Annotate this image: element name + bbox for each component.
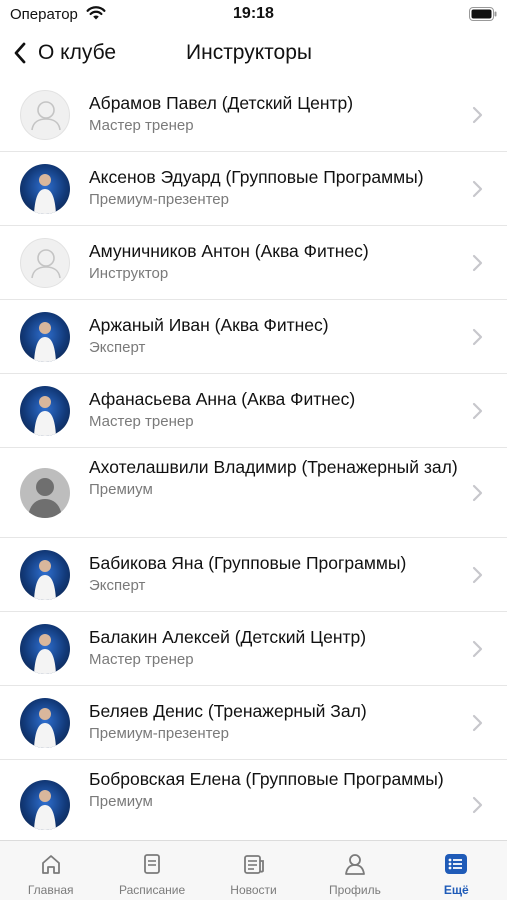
instructor-role: Премиум <box>89 793 153 810</box>
avatar <box>20 468 70 518</box>
instructor-text: Амуничников Антон (Аква Фитнес) Инструкто… <box>89 240 467 284</box>
instructor-text: Аксенов Эдуард (Групповые Программы) Прем… <box>89 166 467 210</box>
instructor-name: Афанасьева Анна (Аква Фитнес) <box>89 389 356 409</box>
instructor-name: Аржаный Иван (Аква Фитнес) <box>89 315 329 335</box>
instructor-photo <box>34 174 56 214</box>
back-button-label: О клубе <box>38 41 117 64</box>
instructor-role: Эксперт <box>89 577 146 594</box>
instructor-photo <box>34 560 56 600</box>
user-silhouette-icon <box>28 478 62 518</box>
tab-profile[interactable]: Профиль <box>304 841 405 900</box>
chevron-right-icon <box>471 106 483 124</box>
news-icon <box>243 855 264 874</box>
tab-more[interactable]: Ещё <box>406 841 507 900</box>
avatar <box>20 238 70 288</box>
instructor-photo <box>34 790 56 830</box>
instructor-row[interactable]: Беляев Денис (Тренажерный Зал) Премиум-пр… <box>0 686 507 760</box>
instructor-photo <box>34 322 56 362</box>
instructor-row[interactable]: Балакин Алексей (Детский Центр) Мастер тр… <box>0 612 507 686</box>
instructor-row[interactable]: Афанасьева Анна (Аква Фитнес) Мастер трен… <box>0 374 507 448</box>
avatar <box>20 624 70 674</box>
instructor-text: Аржаный Иван (Аква Фитнес) Эксперт <box>89 314 467 358</box>
instructor-role: Премиум-презентер <box>89 725 229 742</box>
user-placeholder-icon <box>31 101 61 131</box>
instructor-role: Премиум <box>89 481 153 498</box>
instructor-name: Ахотелашвили Владимир (Тренажерный зал) <box>89 457 458 477</box>
tab-label: Профиль <box>329 883 381 897</box>
chevron-left-icon <box>14 42 26 64</box>
chevron-right-icon <box>471 714 483 732</box>
page-title: Инструкторы <box>186 41 313 64</box>
chevron-right-icon <box>471 640 483 658</box>
instructor-text: Афанасьева Анна (Аква Фитнес) Мастер трен… <box>89 388 467 432</box>
instructor-role: Мастер тренер <box>89 117 194 134</box>
status-time: 19:18 <box>233 5 274 22</box>
instructor-name: Абрамов Павел (Детский Центр) <box>89 93 354 113</box>
more-icon <box>445 854 468 874</box>
instructor-name: Балакин Алексей (Детский Центр) <box>89 627 367 647</box>
tab-label: Новости <box>230 883 277 897</box>
tab-label: Расписание <box>119 883 186 897</box>
instructor-photo <box>34 634 56 674</box>
instructor-text: Ахотелашвили Владимир (Тренажерный зал) П… <box>89 456 467 500</box>
instructor-text: Бобровская Елена (Групповые Программы) Пр… <box>89 768 467 812</box>
instructor-name: Аксенов Эдуард (Групповые Программы) <box>89 167 424 187</box>
avatar <box>20 312 70 362</box>
instructor-name: Бабикова Яна (Групповые Программы) <box>89 553 407 573</box>
instructor-text: Беляев Денис (Тренажерный Зал) Премиум-пр… <box>89 700 467 744</box>
instructor-role: Инструктор <box>89 265 169 282</box>
schedule-icon <box>144 854 161 874</box>
tab-home[interactable]: Главная <box>0 841 101 900</box>
instructor-role: Мастер тренер <box>89 413 194 430</box>
navigation-bar: О клубе Инструкторы <box>0 30 507 78</box>
back-button[interactable]: О клубе <box>12 38 116 68</box>
instructor-name: Амуничников Антон (Аква Фитнес) <box>89 241 369 261</box>
instructor-photo <box>34 396 56 436</box>
chevron-right-icon <box>471 180 483 198</box>
instructor-row[interactable]: Ахотелашвили Владимир (Тренажерный зал) П… <box>0 448 507 538</box>
chevron-right-icon <box>471 328 483 346</box>
status-bar: Оператор 19:18 <box>0 0 507 30</box>
avatar <box>20 90 70 140</box>
instructor-text: Бабикова Яна (Групповые Программы) Экспер… <box>89 552 467 596</box>
instructor-name: Беляев Денис (Тренажерный Зал) <box>89 701 367 721</box>
instructor-role: Мастер тренер <box>89 651 194 668</box>
user-placeholder-icon <box>31 249 61 279</box>
avatar <box>20 386 70 436</box>
instructor-text: Абрамов Павел (Детский Центр) Мастер трен… <box>89 92 467 136</box>
chevron-right-icon <box>471 566 483 584</box>
instructor-row[interactable]: Бабикова Яна (Групповые Программы) Экспер… <box>0 538 507 612</box>
avatar <box>20 164 70 214</box>
chevron-right-icon <box>471 484 483 502</box>
instructor-role: Эксперт <box>89 339 146 356</box>
tab-schedule[interactable]: Расписание <box>101 841 202 900</box>
tab-label: Главная <box>27 883 74 897</box>
home-icon <box>41 855 60 874</box>
profile-icon <box>345 854 365 875</box>
avatar <box>20 698 70 748</box>
instructor-row[interactable]: Амуничников Антон (Аква Фитнес) Инструкто… <box>0 226 507 300</box>
tab-label: Ещё <box>443 883 469 897</box>
tab-bar: Главная Расписание Новости Профиль Ещё <box>0 840 507 900</box>
tab-news[interactable]: Новости <box>203 841 304 900</box>
instructor-photo <box>34 708 56 748</box>
instructor-row[interactable]: Аржаный Иван (Аква Фитнес) Эксперт <box>0 300 507 374</box>
instructor-row[interactable]: Аксенов Эдуард (Групповые Программы) Прем… <box>0 152 507 226</box>
avatar <box>20 550 70 600</box>
instructor-list: Абрамов Павел (Детский Центр) Мастер трен… <box>0 78 507 840</box>
chevron-right-icon <box>471 254 483 272</box>
instructor-text: Балакин Алексей (Детский Центр) Мастер тр… <box>89 626 467 670</box>
instructor-name: Бобровская Елена (Групповые Программы) <box>89 769 444 789</box>
instructor-row[interactable]: Бобровская Елена (Групповые Программы) Пр… <box>0 760 507 840</box>
chevron-right-icon <box>471 796 483 814</box>
instructor-row[interactable]: Абрамов Павел (Детский Центр) Мастер трен… <box>0 78 507 152</box>
chevron-right-icon <box>471 402 483 420</box>
instructor-role: Премиум-презентер <box>89 191 229 208</box>
avatar <box>20 780 70 830</box>
battery-icon <box>469 7 497 21</box>
